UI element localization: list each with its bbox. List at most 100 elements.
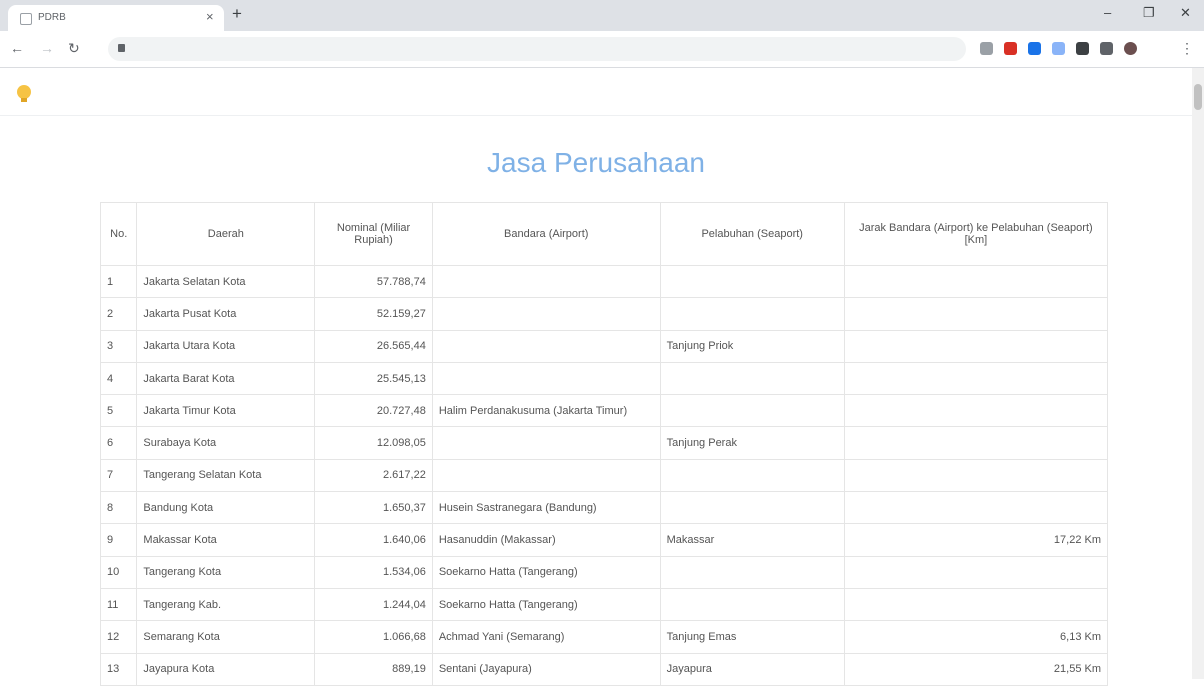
cell-daerah: Surabaya Kota bbox=[136, 426, 316, 460]
reload-button[interactable]: ↻ bbox=[68, 40, 80, 57]
cell-bandara: Sentani (Jayapura) bbox=[431, 652, 661, 686]
cell-daerah: Makassar Kota bbox=[136, 523, 316, 557]
cell-daerah: Tangerang Kota bbox=[136, 555, 316, 589]
cell-pelabuhan bbox=[659, 555, 845, 589]
address-bar-row: ← → ↻ ⋮ bbox=[0, 31, 1204, 68]
cell-nominal: 889,19 bbox=[314, 652, 433, 686]
cell-nominal: 26.565,44 bbox=[314, 329, 433, 363]
cell-jarak bbox=[843, 394, 1109, 428]
cell-pelabuhan bbox=[659, 264, 845, 299]
cell-pelabuhan bbox=[659, 361, 845, 396]
cell-no: 9 bbox=[99, 523, 138, 557]
cell-nominal: 52.159,27 bbox=[314, 297, 433, 331]
cell-nominal: 1.534,06 bbox=[314, 555, 433, 589]
forward-button[interactable]: → bbox=[40, 40, 54, 56]
cell-nominal: 12.098,05 bbox=[314, 426, 433, 460]
cell-bandara bbox=[431, 264, 661, 299]
cell-daerah: Tangerang Selatan Kota bbox=[136, 458, 316, 493]
cell-no: 2 bbox=[99, 297, 138, 331]
omnibox[interactable] bbox=[108, 37, 966, 61]
cell-jarak: 21,55 Km bbox=[843, 652, 1109, 686]
cell-pelabuhan: Makassar bbox=[659, 523, 845, 557]
cell-nominal: 1.640,06 bbox=[314, 523, 433, 557]
table-row: 6 Surabaya Kota 12.098,05 Tanjung Perak bbox=[99, 426, 1109, 460]
extension-icon[interactable] bbox=[1076, 42, 1089, 55]
site-navbar bbox=[0, 68, 1192, 116]
header-daerah: Daerah bbox=[136, 202, 316, 266]
table-row: 7 Tangerang Selatan Kota 2.617,22 bbox=[99, 458, 1109, 493]
browser-tab-strip: PDRB × + – ❐ ✕ bbox=[0, 0, 1204, 31]
cell-no: 5 bbox=[99, 394, 138, 428]
bookmark-star-icon[interactable] bbox=[980, 42, 993, 55]
cell-no: 1 bbox=[99, 264, 138, 299]
extension-icon[interactable] bbox=[1100, 42, 1113, 55]
extension-icon[interactable] bbox=[1004, 42, 1017, 55]
table-row: 2 Jakarta Pusat Kota 52.159,27 bbox=[99, 297, 1109, 331]
extension-icon[interactable] bbox=[1028, 42, 1041, 55]
cell-no: 10 bbox=[99, 555, 138, 589]
cell-no: 8 bbox=[99, 491, 138, 525]
header-no: No. bbox=[99, 202, 138, 266]
lock-icon bbox=[118, 44, 125, 52]
cell-bandara: Achmad Yani (Semarang) bbox=[431, 620, 661, 654]
cell-nominal: 1.066,68 bbox=[314, 620, 433, 654]
maximize-button[interactable]: ❐ bbox=[1143, 5, 1155, 21]
cell-daerah: Bandung Kota bbox=[136, 491, 316, 525]
cell-pelabuhan: Jayapura bbox=[659, 652, 845, 686]
cell-pelabuhan: Tanjung Emas bbox=[659, 620, 845, 654]
close-window-button[interactable]: ✕ bbox=[1180, 5, 1191, 21]
page-scrollbar[interactable] bbox=[1192, 68, 1204, 679]
page-title: Jasa Perusahaan bbox=[487, 146, 705, 178]
cell-jarak bbox=[843, 361, 1109, 396]
browser-tab[interactable]: PDRB × bbox=[8, 5, 224, 31]
cell-pelabuhan bbox=[659, 297, 845, 331]
cell-bandara: Halim Perdanakusuma (Jakarta Timur) bbox=[431, 394, 661, 428]
cell-bandara bbox=[431, 426, 661, 460]
minimize-button[interactable]: – bbox=[1104, 5, 1111, 20]
table-row: 10 Tangerang Kota 1.534,06 Soekarno Hatta (… bbox=[99, 555, 1109, 589]
cell-jarak: 17,22 Km bbox=[843, 523, 1109, 557]
back-button[interactable]: ← bbox=[10, 40, 24, 56]
cell-jarak bbox=[843, 555, 1109, 589]
cell-daerah: Jakarta Barat Kota bbox=[136, 361, 316, 396]
cell-no: 12 bbox=[99, 620, 138, 654]
cell-no: 4 bbox=[99, 361, 138, 396]
cell-bandara bbox=[431, 297, 661, 331]
header-jarak: Jarak Bandara (Airport) ke Pelabuhan (Se… bbox=[843, 202, 1109, 266]
table-row: 13 Jayapura Kota 889,19 Sentani (Jayapura) J… bbox=[99, 652, 1109, 686]
extension-icon[interactable] bbox=[1052, 42, 1065, 55]
cell-jarak bbox=[843, 329, 1109, 363]
cell-no: 11 bbox=[99, 587, 138, 622]
cell-jarak bbox=[843, 587, 1109, 622]
table-row: 9 Makassar Kota 1.640,06 Hasanuddin (Makass… bbox=[99, 523, 1109, 557]
cell-bandara: Soekarno Hatta (Tangerang) bbox=[431, 555, 661, 589]
cell-daerah: Jakarta Pusat Kota bbox=[136, 297, 316, 331]
tab-close-icon[interactable]: × bbox=[206, 9, 214, 24]
page-favicon-icon bbox=[20, 13, 32, 25]
cell-daerah: Jayapura Kota bbox=[136, 652, 316, 686]
lightbulb-logo-icon[interactable] bbox=[12, 84, 36, 102]
header-bandara: Bandara (Airport) bbox=[431, 202, 661, 266]
cell-jarak bbox=[843, 458, 1109, 493]
table-row: 8 Bandung Kota 1.650,37 Husein Sastranegara… bbox=[99, 491, 1109, 525]
table-row: 5 Jakarta Timur Kota 20.727,48 Halim Perdan… bbox=[99, 394, 1109, 428]
data-table: No. Daerah Nominal (Miliar Rupiah) Banda… bbox=[99, 202, 1109, 686]
cell-jarak: 6,13 Km bbox=[843, 620, 1109, 654]
cell-daerah: Semarang Kota bbox=[136, 620, 316, 654]
cell-bandara: Hasanuddin (Makassar) bbox=[431, 523, 661, 557]
cell-nominal: 1.650,37 bbox=[314, 491, 433, 525]
cell-pelabuhan bbox=[659, 394, 845, 428]
cell-no: 6 bbox=[99, 426, 138, 460]
cell-no: 7 bbox=[99, 458, 138, 493]
cell-nominal: 25.545,13 bbox=[314, 361, 433, 396]
new-tab-button[interactable]: + bbox=[232, 4, 242, 24]
cell-nominal: 20.727,48 bbox=[314, 394, 433, 428]
browser-menu-icon[interactable]: ⋮ bbox=[1180, 40, 1194, 57]
profile-avatar[interactable] bbox=[1124, 42, 1137, 55]
scrollbar-thumb[interactable] bbox=[1194, 84, 1202, 110]
cell-nominal: 2.617,22 bbox=[314, 458, 433, 493]
table-row: 1 Jakarta Selatan Kota 57.788,74 bbox=[99, 264, 1109, 299]
cell-no: 13 bbox=[99, 652, 138, 686]
header-pelabuhan: Pelabuhan (Seaport) bbox=[659, 202, 845, 266]
cell-pelabuhan: Tanjung Priok bbox=[659, 329, 845, 363]
